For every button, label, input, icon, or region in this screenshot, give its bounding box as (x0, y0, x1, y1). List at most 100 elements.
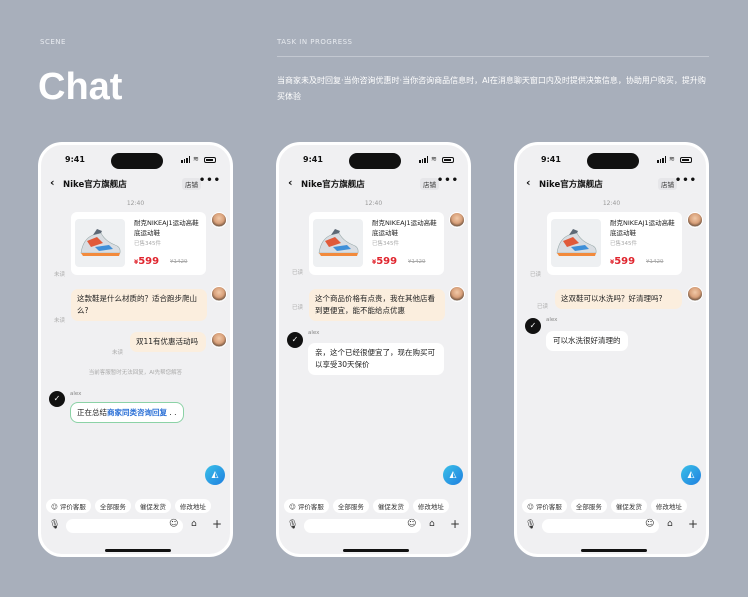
read-status: 未读 (54, 318, 66, 324)
product-original-price: ¥1429 (170, 259, 188, 265)
avatar (449, 212, 465, 228)
more-icon[interactable]: ••• (675, 175, 697, 186)
battery-icon (680, 156, 692, 163)
mic-icon[interactable]: 🎙 (49, 520, 60, 530)
message-timestamp: 12:40 (126, 200, 145, 207)
ai-assistant-icon[interactable]: ◭ (443, 465, 463, 485)
status-time: 9:41 (303, 155, 323, 164)
status-bar: 9:41 ≋ (41, 153, 230, 169)
quick-action-rate[interactable]: ☺ 评价客服 (522, 499, 567, 513)
product-sold-count: 已售345件 (134, 241, 161, 247)
task-label: TASK IN PROGRESS (277, 38, 353, 46)
bag-icon[interactable]: ⌂ (191, 519, 197, 529)
avatar (687, 286, 703, 302)
user-message: 这个商品价格有点贵，我在其他店看到更便宜，能不能给点优惠 (309, 289, 445, 321)
quick-action-urge-shipping[interactable]: 催促发货 (610, 499, 647, 513)
avatar (449, 286, 465, 302)
nike-logo-icon: ✓ (525, 318, 541, 334)
plus-icon[interactable]: + (450, 517, 460, 531)
battery-icon (204, 156, 216, 163)
product-sold-count: 已售345件 (372, 241, 399, 247)
product-image (313, 219, 363, 267)
user-message: 双11有优惠活动吗 (130, 332, 206, 352)
mic-icon[interactable]: 🎙 (525, 520, 536, 530)
status-bar: 9:41 ≋ (517, 153, 706, 169)
quick-actions: ☺ 评价客服 全部服务 催促发货 修改地址 (284, 499, 449, 513)
read-status: 已读 (530, 272, 542, 278)
quick-action-change-address[interactable]: 修改地址 (650, 499, 687, 513)
chevron-left-icon[interactable]: ‹ (288, 176, 293, 189)
read-status: 未读 (54, 272, 66, 278)
product-price: ¥599 (134, 256, 160, 267)
product-card[interactable]: 耐克NIKEAJ1运动高鞋底运动鞋 已售345件 ¥599 ¥1429 (547, 212, 682, 275)
quick-action-rate[interactable]: ☺ 评价客服 (284, 499, 329, 513)
ai-assistant-icon[interactable]: ◭ (681, 465, 701, 485)
avatar (211, 332, 227, 348)
read-status: 已读 (292, 305, 304, 311)
chevron-left-icon[interactable]: ‹ (50, 176, 55, 189)
user-message: 这双鞋可以水洗吗？好清理吗? (555, 289, 682, 309)
quick-actions: ☺ 评价客服 全部服务 催促发货 修改地址 (522, 499, 687, 513)
nike-logo-icon: ✓ (49, 391, 65, 407)
emoji-icon[interactable]: ☺ (407, 519, 416, 529)
message-input[interactable] (304, 519, 421, 533)
product-name: 耐克NIKEAJ1运动高鞋底运动鞋 (372, 219, 437, 237)
quick-action-urge-shipping[interactable]: 催促发货 (372, 499, 409, 513)
wifi-icon: ≋ (193, 155, 199, 163)
product-name: 耐克NIKEAJ1运动高鞋底运动鞋 (610, 219, 675, 237)
dynamic-island (111, 153, 163, 169)
quick-action-rate[interactable]: ☺ 评价客服 (46, 499, 91, 513)
ai-assistant-icon[interactable]: ◭ (205, 465, 225, 485)
sender-name: alex (308, 330, 320, 336)
product-price: ¥599 (372, 256, 398, 267)
signal-icon (181, 156, 190, 163)
dynamic-island (349, 153, 401, 169)
input-bar: 🎙 ☺ ⌂ + (517, 517, 706, 534)
sender-name: alex (546, 317, 558, 323)
emoji-icon[interactable]: ☺ (645, 519, 654, 529)
home-indicator (581, 549, 647, 552)
message-timestamp: 12:40 (602, 200, 621, 207)
product-card[interactable]: 耐克NIKEAJ1运动高鞋底运动鞋 已售345件 ¥599 ¥1429 (71, 212, 206, 275)
message-timestamp: 12:40 (364, 200, 383, 207)
user-message: 这款鞋是什么材质的？适合跑步爬山么? (71, 289, 207, 321)
dynamic-island (587, 153, 639, 169)
chat-header: ‹ Nike官方旗舰店 店铺 ••• (517, 175, 706, 193)
wifi-icon: ≋ (431, 155, 437, 163)
phone-3: 9:41 ≋ ‹ Nike官方旗舰店 店铺 ••• 12:40 已读 耐克NIK… (514, 142, 709, 557)
emoji-icon[interactable]: ☺ (169, 519, 178, 529)
quick-action-change-address[interactable]: 修改地址 (174, 499, 211, 513)
avatar (211, 286, 227, 302)
more-icon[interactable]: ••• (437, 175, 459, 186)
assistant-reply: 亲，这个已经很便宜了，现在购买可以享受30天保价 (308, 343, 444, 375)
status-time: 9:41 (541, 155, 561, 164)
quick-action-all-services[interactable]: 全部服务 (332, 499, 369, 513)
read-status: 已读 (292, 270, 304, 276)
product-sold-count: 已售345件 (610, 241, 637, 247)
product-card[interactable]: 耐克NIKEAJ1运动高鞋底运动鞋 已售345件 ¥599 ¥1429 (309, 212, 444, 275)
plus-icon[interactable]: + (212, 517, 222, 531)
quick-action-change-address[interactable]: 修改地址 (412, 499, 449, 513)
mic-icon[interactable]: 🎙 (287, 520, 298, 530)
phone-1: 9:41 ≋ ‹ Nike官方旗舰店 店铺 ••• 12:40 未读 耐克NIK… (38, 142, 233, 557)
page-title: Chat (38, 66, 123, 108)
message-input[interactable] (66, 519, 183, 533)
divider (277, 56, 709, 57)
quick-action-urge-shipping[interactable]: 催促发货 (134, 499, 171, 513)
chevron-left-icon[interactable]: ‹ (526, 176, 531, 189)
chat-header: ‹ Nike官方旗舰店 店铺 ••• (279, 175, 468, 193)
home-indicator (343, 549, 409, 552)
quick-actions: ☺ 评价客服 全部服务 催促发货 修改地址 (46, 499, 211, 513)
message-input[interactable] (542, 519, 659, 533)
bag-icon[interactable]: ⌂ (667, 519, 673, 529)
plus-icon[interactable]: + (688, 517, 698, 531)
quick-action-all-services[interactable]: 全部服务 (570, 499, 607, 513)
status-time: 9:41 (65, 155, 85, 164)
quick-action-all-services[interactable]: 全部服务 (94, 499, 131, 513)
read-status: 已读 (537, 304, 549, 310)
scene-label: SCENE (40, 38, 66, 46)
wifi-icon: ≋ (669, 155, 675, 163)
more-icon[interactable]: ••• (199, 175, 221, 186)
product-image (551, 219, 601, 267)
bag-icon[interactable]: ⌂ (429, 519, 435, 529)
